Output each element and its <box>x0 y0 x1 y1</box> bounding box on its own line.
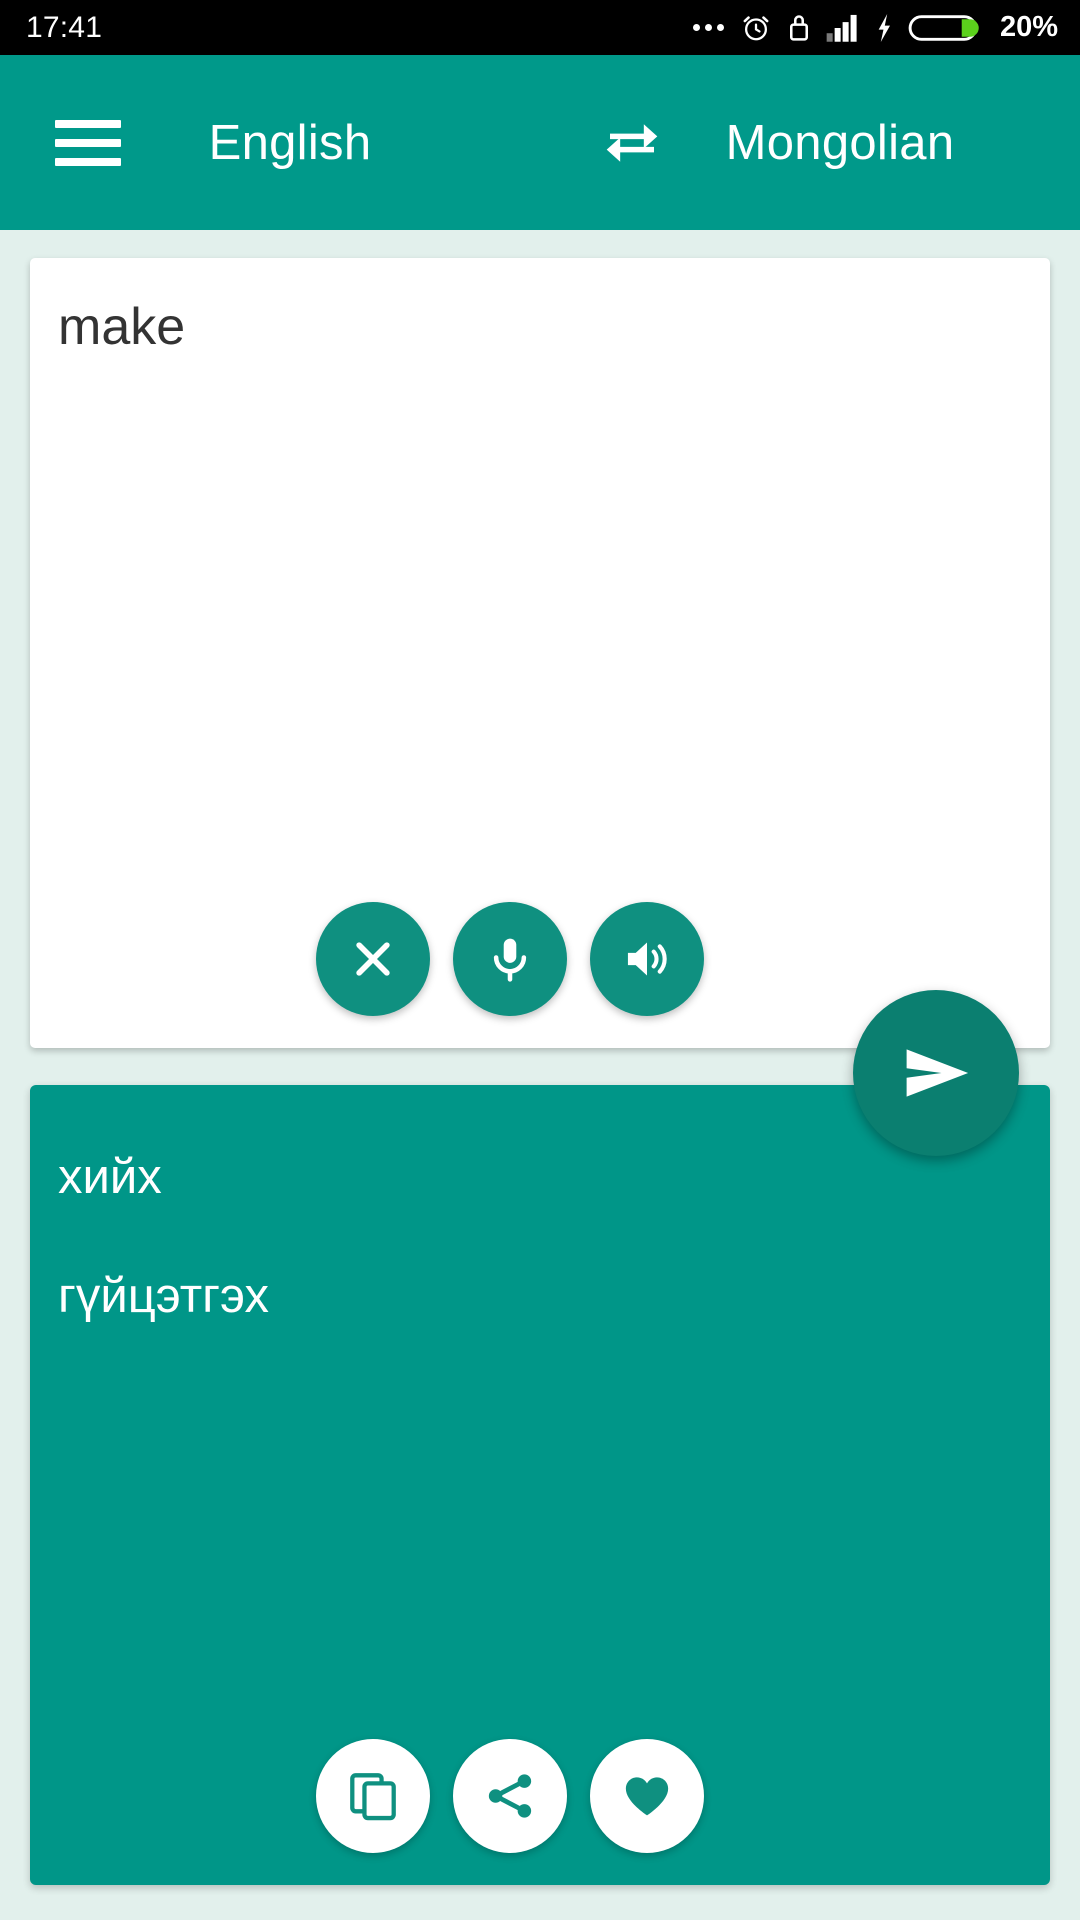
favorite-button[interactable] <box>590 1739 704 1853</box>
share-button[interactable] <box>453 1739 567 1853</box>
source-language-button[interactable]: English <box>150 115 430 171</box>
battery-percent: 20% <box>999 11 1058 43</box>
clear-button[interactable] <box>316 902 430 1016</box>
more-dots-icon <box>692 24 724 31</box>
status-bar: 17:41 20% <box>0 0 1080 55</box>
hamburger-menu-icon[interactable] <box>55 119 121 166</box>
translation-list: хийх гүйцэтгэх <box>58 1147 1022 1386</box>
charging-bolt-icon <box>874 12 894 44</box>
status-time: 17:41 <box>26 10 103 44</box>
status-icons: 20% <box>692 11 1058 44</box>
source-text-input[interactable]: make <box>58 296 1022 358</box>
translation-item: хийх <box>58 1150 162 1204</box>
copy-button[interactable] <box>316 1739 430 1853</box>
battery-icon <box>908 12 982 44</box>
source-text-card[interactable]: make <box>30 258 1050 1048</box>
send-icon <box>906 1049 969 1097</box>
usb-lock-icon <box>786 12 812 44</box>
target-language-button[interactable]: Mongolian <box>640 115 1040 171</box>
app-root: 17:41 20% English Mongolian make хийх гү… <box>0 0 1080 1920</box>
speak-button[interactable] <box>590 902 704 1016</box>
app-bar: English Mongolian <box>0 55 1080 230</box>
translation-item: гүйцэтгэх <box>58 1269 270 1324</box>
send-button[interactable] <box>853 990 1019 1156</box>
signal-bars-icon <box>826 13 860 43</box>
result-action-bar <box>30 1739 1050 1853</box>
microphone-button[interactable] <box>453 902 567 1016</box>
alarm-clock-icon <box>740 12 772 44</box>
translation-result-card: хийх гүйцэтгэх <box>30 1085 1050 1885</box>
